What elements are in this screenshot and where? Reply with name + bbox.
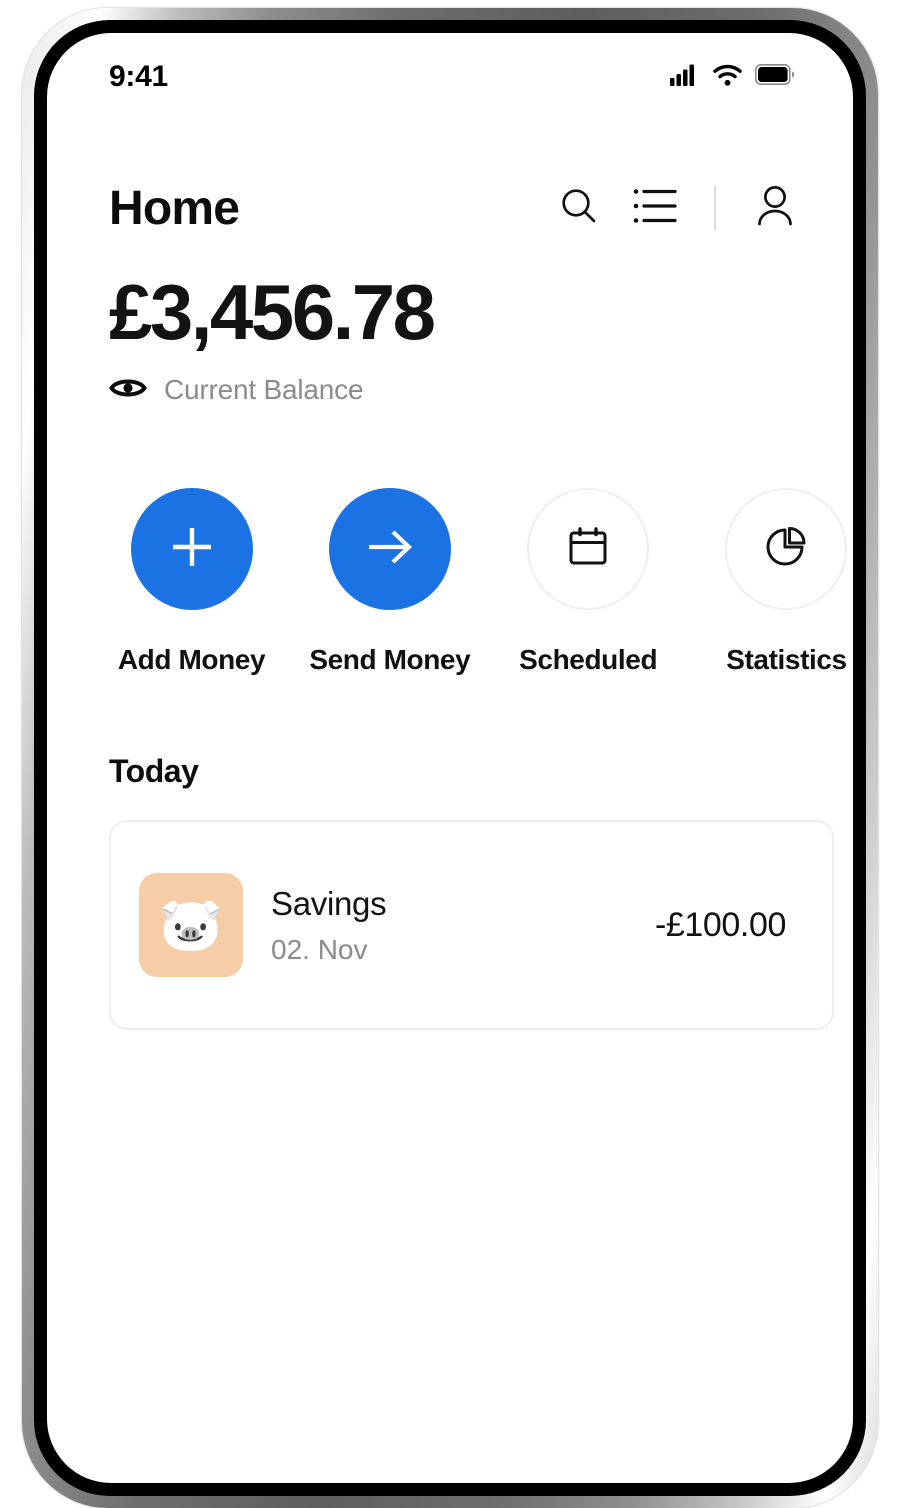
statistics-button[interactable] <box>725 488 848 610</box>
quick-actions: Add Money Send Money Scheduled Statistic… <box>109 488 853 676</box>
app-header: Home <box>47 163 853 253</box>
status-bar-time: 9:41 <box>109 60 168 93</box>
transaction-amount: -£100.00 <box>654 905 786 944</box>
balance-block: £3,456.78 Current Balance <box>109 273 829 406</box>
status-bar: 9:41 <box>47 33 853 109</box>
section-title-today: Today <box>109 753 199 789</box>
balance-amount: £3,456.78 <box>109 268 436 356</box>
transaction-date: 02. Nov <box>271 933 368 965</box>
balance-label-row[interactable]: Current Balance <box>109 374 829 406</box>
arrow-right-icon <box>362 521 418 578</box>
list-button[interactable] <box>632 185 678 231</box>
quick-action-send-money[interactable]: Send Money <box>307 488 472 676</box>
wifi-icon <box>713 64 742 91</box>
profile-button[interactable] <box>752 185 798 231</box>
send-money-label: Send Money <box>309 644 471 675</box>
add-money-label: Add Money <box>117 644 266 675</box>
search-button[interactable] <box>556 185 602 231</box>
transaction-details: Savings 02. Nov <box>271 885 655 966</box>
transaction-avatar: 🐷 <box>139 873 243 977</box>
phone-bezel: 9:41 Home £3,456.78 Current Balance Add … <box>34 20 866 1496</box>
cellular-signal-icon <box>670 64 700 91</box>
scheduled-label: Scheduled <box>519 644 658 675</box>
phone-screen: 9:41 Home £3,456.78 Current Balance Add … <box>47 33 853 1483</box>
transaction-title: Savings <box>271 884 387 922</box>
header-actions <box>556 185 798 231</box>
plus-icon <box>166 521 218 578</box>
status-bar-icons <box>670 64 795 91</box>
statistics-label: Statistics <box>726 644 847 675</box>
search-icon <box>557 184 601 233</box>
eye-icon[interactable] <box>109 376 147 405</box>
scheduled-button[interactable] <box>527 488 650 610</box>
pie-chart-icon <box>762 523 810 576</box>
transaction-list-item[interactable]: 🐷 Savings 02. Nov -£100.00 <box>109 820 834 1030</box>
add-money-button[interactable] <box>130 488 253 610</box>
send-money-button[interactable] <box>328 488 451 610</box>
balance-label: Current Balance <box>164 374 364 405</box>
list-icon <box>633 187 677 230</box>
quick-action-scheduled[interactable]: Scheduled <box>506 488 671 676</box>
piggy-bank-icon: 🐷 <box>158 896 224 954</box>
quick-action-add-money[interactable]: Add Money <box>109 488 274 676</box>
person-icon <box>752 183 798 234</box>
phone-frame: 9:41 Home £3,456.78 Current Balance Add … <box>22 8 878 1508</box>
page-title: Home <box>109 181 240 235</box>
quick-action-statistics[interactable]: Statistics <box>704 488 853 676</box>
calendar-icon <box>564 523 612 576</box>
header-divider <box>714 186 716 230</box>
battery-full-icon <box>755 64 795 90</box>
